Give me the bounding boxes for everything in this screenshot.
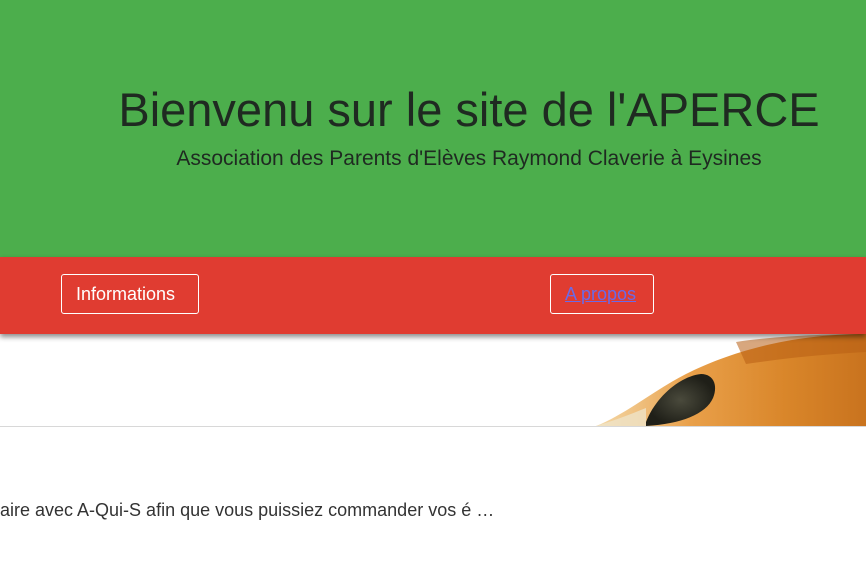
nav-a-propos-link[interactable]: A propos: [550, 274, 654, 314]
header-banner: [0, 334, 866, 427]
nav-informations-button[interactable]: Informations: [61, 274, 199, 314]
main-navbar: Informations A propos: [0, 257, 866, 334]
post-excerpt: aire avec A-Qui-S afin que vous puissiez…: [0, 500, 495, 520]
site-subtitle: Association des Parents d'Elèves Raymond…: [176, 147, 762, 170]
site-header: Bienvenu sur le site de l'APERCE Associa…: [0, 0, 866, 257]
site-title: Bienvenu sur le site de l'APERCE: [118, 83, 820, 136]
pencil-tip-image: [596, 334, 866, 426]
